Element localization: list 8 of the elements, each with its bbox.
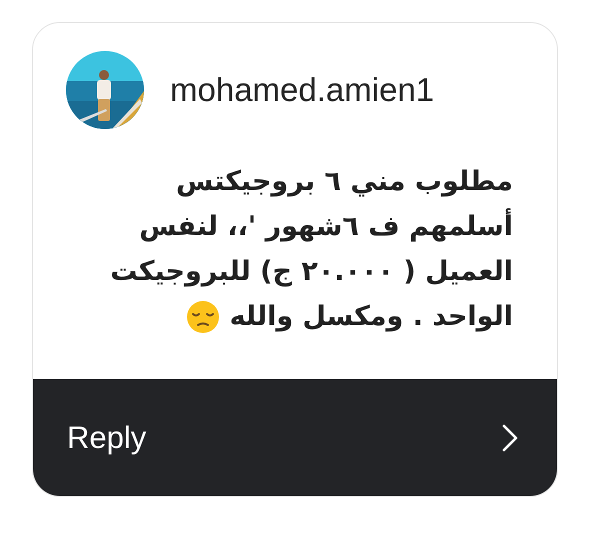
message-line: أسلمهم ف ٦شهور '،، لنفس — [139, 204, 513, 249]
message-line: الواحد . ومكسل والله — [230, 300, 513, 334]
message-line: مطلوب مني ٦ بروجيكتس — [176, 165, 513, 199]
pensive-face-icon — [186, 300, 220, 334]
reply-button[interactable]: Reply — [33, 379, 557, 496]
message-line: العميل ( ٢٠.٠٠٠ ج) للبروجيكت — [110, 255, 513, 289]
chevron-right-icon — [501, 422, 519, 452]
username: mohamed.amien1 — [170, 71, 434, 109]
